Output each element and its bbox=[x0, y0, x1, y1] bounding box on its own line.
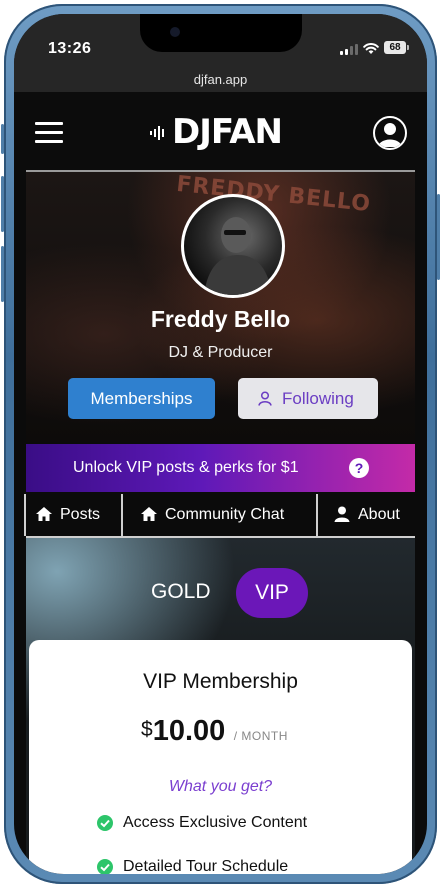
tab-about[interactable]: About bbox=[316, 494, 417, 536]
artist-role: DJ & Producer bbox=[168, 344, 273, 361]
phone-frame: 13:26 68 djfan.app DJFAN FREDDY BELLO Fr… bbox=[1, 4, 440, 884]
account-icon[interactable] bbox=[373, 116, 407, 150]
silent-switch bbox=[1, 124, 4, 154]
price-currency: $ bbox=[141, 718, 153, 741]
feature-label: Access Exclusive Content bbox=[123, 814, 308, 831]
status-bar: 13:26 68 bbox=[14, 14, 427, 72]
check-circle-icon bbox=[97, 859, 113, 874]
hamburger-menu-icon[interactable] bbox=[35, 122, 63, 143]
vip-promo-banner[interactable]: Unlock VIP posts & perks for $1 ? bbox=[26, 444, 415, 492]
price-period: / MONTH bbox=[233, 729, 288, 743]
wifi-icon bbox=[363, 42, 379, 54]
following-label: Following bbox=[282, 389, 354, 408]
artist-avatar bbox=[181, 194, 285, 298]
power-button bbox=[437, 194, 440, 280]
status-time: 13:26 bbox=[48, 40, 92, 57]
camera bbox=[170, 27, 180, 37]
djfan-logo[interactable]: DJFAN bbox=[150, 112, 284, 152]
tier-vip-tab[interactable]: VIP bbox=[236, 568, 308, 618]
membership-price: $10.00 / MONTH bbox=[141, 715, 288, 748]
logo-text: DJFAN bbox=[172, 112, 283, 152]
notch bbox=[140, 14, 302, 52]
signal-icon bbox=[340, 44, 358, 55]
feature-label: Detailed Tour Schedule bbox=[123, 858, 289, 874]
membership-title: VIP Membership bbox=[143, 670, 298, 693]
tier-gold-tab[interactable]: GOLD bbox=[151, 580, 211, 604]
profile-hero: FREDDY BELLO Freddy Bello DJ & Producer … bbox=[26, 172, 415, 442]
help-icon[interactable]: ? bbox=[349, 458, 369, 478]
home-icon bbox=[141, 507, 157, 521]
user-outline-icon bbox=[258, 391, 272, 406]
what-you-get-heading: What you get? bbox=[168, 778, 273, 795]
price-amount: 10.00 bbox=[152, 715, 226, 747]
tab-community-chat-label: Community Chat bbox=[165, 506, 285, 523]
check-circle-icon bbox=[97, 815, 113, 831]
memberships-button[interactable]: Memberships bbox=[68, 378, 215, 419]
home-icon bbox=[36, 507, 52, 521]
volume-down-button bbox=[1, 246, 4, 302]
tab-about-label: About bbox=[358, 506, 400, 523]
volume-up-button bbox=[1, 176, 4, 232]
tab-posts[interactable]: Posts bbox=[24, 494, 122, 536]
membership-card: VIP Membership $10.00 / MONTH What you g… bbox=[29, 640, 412, 874]
screen: 13:26 68 djfan.app DJFAN FREDDY BELLO Fr… bbox=[14, 14, 427, 874]
tab-community-chat[interactable]: Community Chat bbox=[121, 494, 315, 536]
browser-url[interactable]: djfan.app bbox=[14, 72, 427, 92]
tab-posts-label: Posts bbox=[60, 506, 101, 523]
battery-icon: 68 bbox=[384, 41, 409, 54]
artist-name: Freddy Bello bbox=[150, 306, 291, 332]
following-button[interactable]: Following bbox=[238, 378, 378, 419]
promo-text: Unlock VIP posts & perks for $1 bbox=[73, 459, 299, 476]
user-icon bbox=[334, 506, 350, 522]
sound-wave-icon bbox=[150, 126, 164, 140]
membership-section: GOLD VIP VIP Membership $10.00 / MONTH W… bbox=[26, 538, 415, 874]
site-header: DJFAN bbox=[14, 92, 427, 170]
profile-tabs: Posts Community Chat About bbox=[24, 494, 417, 538]
